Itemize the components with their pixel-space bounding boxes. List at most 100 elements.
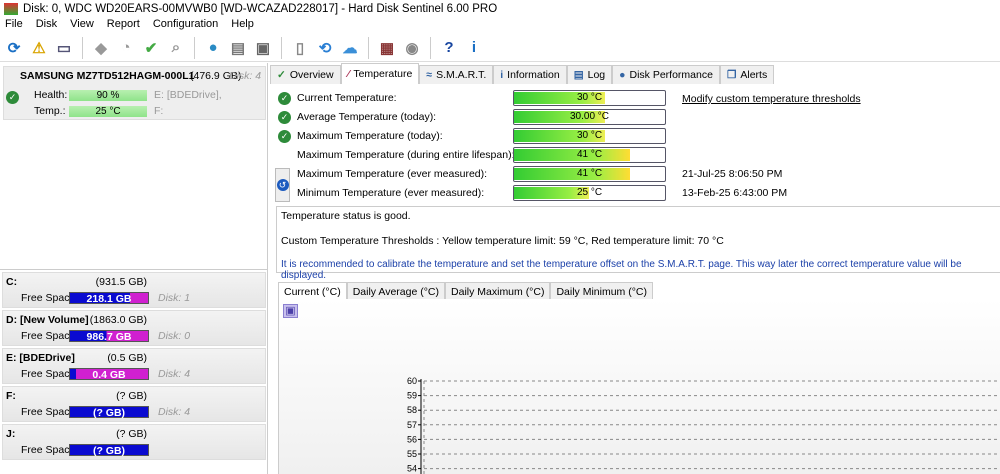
- temperature-value: 30 °C: [576, 130, 603, 141]
- tab-temperature[interactable]: ⁄ Temperature: [340, 63, 420, 84]
- monitor-button[interactable]: ▦: [376, 37, 398, 59]
- chart-area: ▣ 60 59 58 57 56 55 54: [278, 299, 1000, 474]
- free-space-bar: 0.4 GB: [69, 368, 149, 381]
- volume-item[interactable]: F: (? GB) Free Space (? GB) Disk: 4: [2, 386, 266, 422]
- health-label: Health:: [34, 89, 68, 101]
- info-icon: i: [471, 39, 477, 56]
- app-icon: [4, 3, 18, 15]
- temperature-row: Maximum Temperature (ever measured): 41 °…: [278, 166, 878, 183]
- sync-button[interactable]: ⟲: [314, 37, 336, 59]
- tab-information[interactable]: i Information: [493, 65, 567, 84]
- disk-check-button[interactable]: ✔: [140, 37, 162, 59]
- tab-label: Log: [587, 69, 606, 81]
- temperature-chart: 60 59 58 57 56 55 54: [407, 376, 1000, 474]
- y-tick-label: 57: [407, 420, 417, 430]
- status-text: Temperature status is good.: [281, 210, 411, 222]
- tab-overview[interactable]: ✓ Overview: [270, 65, 341, 84]
- toolbar-separator: [368, 36, 369, 59]
- disk-summary[interactable]: SAMSUNG MZ7TD512HAGM-000L1 (476.9 GB) Di…: [3, 66, 266, 120]
- globe-icon: ●: [208, 39, 218, 56]
- temperature-value: 41 °C: [576, 149, 603, 160]
- free-space-bar: 986.7 GB: [69, 330, 149, 343]
- free-space-label: Free Space: [21, 406, 76, 418]
- tab-label: Temperature: [353, 68, 413, 80]
- free-space-value: 0.4 GB: [92, 369, 126, 381]
- tab-label: Alerts: [740, 69, 768, 81]
- temperature-label: Maximum Temperature (today):: [297, 130, 443, 142]
- volume-size: (? GB): [116, 390, 147, 402]
- refresh-icon: ⟳: [7, 39, 21, 57]
- help-button[interactable]: ?: [438, 37, 460, 59]
- disk-clock-button[interactable]: ◔: [115, 37, 137, 59]
- y-tick-label: 60: [407, 376, 417, 386]
- menu-report[interactable]: Report: [102, 18, 148, 33]
- menu-file[interactable]: File: [0, 18, 31, 33]
- report-button[interactable]: ▯: [289, 37, 311, 59]
- y-tick-label: 56: [407, 434, 417, 444]
- menu-view[interactable]: View: [65, 18, 102, 33]
- temperature-bar: 25 °C: [513, 185, 666, 201]
- volume-item[interactable]: J: (? GB) Free Space (? GB): [2, 424, 266, 460]
- menu-configuration[interactable]: Configuration: [148, 18, 226, 33]
- cloud-button[interactable]: ☁: [339, 37, 361, 59]
- free-space-label: Free Space: [21, 444, 76, 456]
- y-tick-label: 58: [407, 405, 417, 415]
- network-drive-button[interactable]: ▤: [227, 37, 249, 59]
- menu-bar: File Disk View Report Configuration Help: [0, 18, 262, 33]
- toolbar: ⟳ ⚠ ▭ ◆ ◔ ✔ ⌕ ● ▤ ▣ ▯ ⟲ ☁ ▦ ◉? i: [0, 34, 1000, 62]
- volume-name: E: [BDEDrive]: [6, 352, 75, 364]
- volume-item[interactable]: E: [BDEDrive] (0.5 GB) Free Space 0.4 GB Dis…: [2, 348, 266, 384]
- free-space-label: Free Space: [21, 368, 76, 380]
- volume-name: D: [New Volume]: [6, 314, 89, 326]
- refresh-button[interactable]: ⟳: [3, 37, 25, 59]
- temperature-value: 25 °C: [576, 187, 603, 198]
- globe-button[interactable]: ●: [202, 37, 224, 59]
- menu-disk[interactable]: Disk: [31, 18, 65, 33]
- tab-log[interactable]: ▤ Log: [566, 65, 613, 84]
- disk-check-icon: ✔: [144, 39, 158, 57]
- tab-bar: ✓ Overview ⁄ Temperature ≈ S.M.A.R.T. i Informa…: [270, 63, 775, 84]
- toolbar-separator: [194, 36, 195, 59]
- free-space-label: Free Space: [21, 330, 76, 342]
- volume-size: (? GB): [116, 428, 147, 440]
- free-space-label: Free Space: [21, 292, 76, 304]
- info-icon: i: [500, 69, 504, 81]
- alert-button[interactable]: ⚠: [28, 37, 50, 59]
- temperature-row: ✓ Average Temperature (today): 30.00 °C: [278, 109, 878, 126]
- y-tick-label: 59: [407, 391, 417, 401]
- volume-size: (0.5 GB): [107, 352, 147, 364]
- network-drive-icon: ▤: [230, 39, 246, 57]
- volume-name: C:: [6, 276, 18, 288]
- toolbar-separator: [430, 36, 431, 59]
- volume-item[interactable]: C: (931.5 GB) Free Space 218.1 GB Disk: 1: [2, 272, 266, 308]
- temperature-value: 30.00 °C: [569, 111, 610, 122]
- temperature-bar: 30.00 °C: [513, 109, 666, 125]
- disk-name: SAMSUNG MZ7TD512HAGM-000L1: [20, 70, 195, 82]
- menu-help[interactable]: Help: [226, 18, 262, 33]
- tab-s-m-a-r-t[interactable]: ≈ S.M.A.R.T.: [419, 65, 494, 84]
- volume-item[interactable]: D: [New Volume] (1863.0 GB) Free Space 986.…: [2, 310, 266, 346]
- disk-number: Disk: 4: [229, 70, 262, 82]
- disk-volume-f: F:: [154, 105, 164, 117]
- title-bar: Disk: 0, WDC WD20EARS-00MVWB0 [WD-WCAZAD…: [0, 0, 1000, 18]
- temperature-row: ✓ Maximum Temperature (today): 30 °C: [278, 128, 878, 145]
- volume-disk: Disk: 4: [158, 368, 191, 380]
- disk-button[interactable]: ▭: [53, 37, 75, 59]
- tab-disk-performance[interactable]: ● Disk Performance: [612, 65, 720, 84]
- volume-name: J:: [6, 428, 16, 440]
- free-space-value: (? GB): [92, 445, 126, 457]
- disk-volumes: E: [BDEDrive],: [154, 89, 222, 101]
- calibration-note: It is recommended to calibrate the tempe…: [281, 259, 962, 281]
- tab-label: Information: [507, 69, 560, 81]
- speaker-button[interactable]: ◉: [401, 37, 423, 59]
- reset-button[interactable]: ↺: [275, 168, 290, 202]
- disk-search-button[interactable]: ⌕: [165, 37, 187, 59]
- disk-clock-icon: ◔: [121, 39, 131, 56]
- modify-thresholds-link[interactable]: Modify custom temperature thresholds: [682, 93, 861, 105]
- tab-alerts[interactable]: ❐ Alerts: [719, 65, 775, 84]
- free-space-bar: (? GB): [69, 406, 149, 419]
- disk-gray-button[interactable]: ◆: [90, 37, 112, 59]
- log-icon: ▤: [573, 69, 584, 81]
- computer-button[interactable]: ▣: [252, 37, 274, 59]
- info-button[interactable]: i: [463, 37, 485, 59]
